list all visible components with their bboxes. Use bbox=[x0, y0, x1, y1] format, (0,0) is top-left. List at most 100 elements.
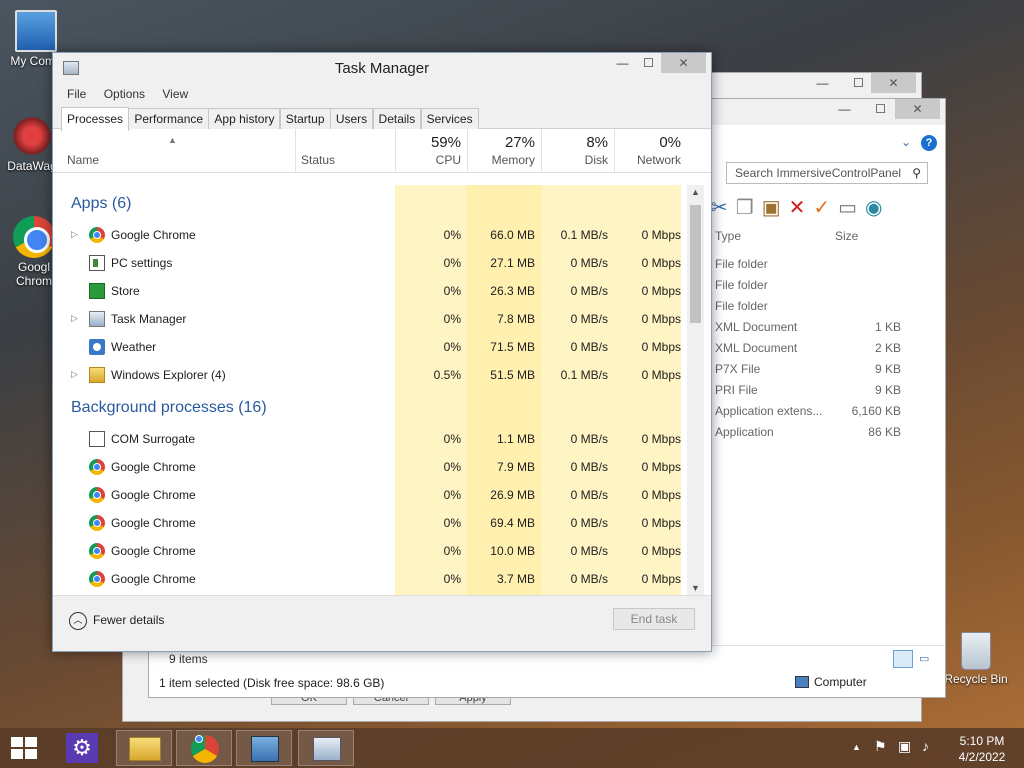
ribbon-expand-icon[interactable]: ⌄ bbox=[901, 135, 911, 149]
taskbar-chrome[interactable] bbox=[176, 730, 232, 766]
column-header-cpu[interactable]: CPU bbox=[395, 153, 461, 167]
desktop-icon-recycle-bin[interactable]: Recycle Bin bbox=[944, 632, 1008, 686]
delete-icon[interactable]: ✕ bbox=[789, 197, 814, 219]
check-icon[interactable]: ✓ bbox=[813, 197, 838, 219]
clock[interactable]: 5:10 PM 4/2/2022 bbox=[952, 733, 1012, 765]
column-header-type[interactable]: Type bbox=[715, 229, 741, 243]
scroll-up-icon[interactable]: ▲ bbox=[691, 187, 700, 197]
menu-options[interactable]: Options bbox=[104, 83, 145, 105]
memory-cell: 7.9 MB bbox=[496, 460, 535, 474]
process-group-header[interactable]: Apps (6) bbox=[53, 185, 681, 221]
process-name: Google Chrome bbox=[111, 516, 196, 530]
folder-icon bbox=[129, 737, 161, 761]
close-button[interactable]: ✕ bbox=[871, 73, 916, 93]
process-row[interactable]: Google Chrome 0% 69.4 MB 0 MB/s 0 Mbps bbox=[53, 509, 681, 537]
process-name: PC settings bbox=[111, 256, 173, 270]
process-row[interactable]: COM Surrogate 0% 1.1 MB 0 MB/s 0 Mbps bbox=[53, 425, 681, 453]
tab-services[interactable]: Services bbox=[420, 108, 479, 129]
scrollbar-thumb[interactable] bbox=[690, 205, 701, 323]
tab-performance[interactable]: Performance bbox=[128, 108, 210, 129]
file-type-cell[interactable]: XML Document bbox=[715, 341, 797, 355]
minimize-button[interactable]: — bbox=[809, 73, 836, 93]
tab-app-history[interactable]: App history bbox=[208, 108, 281, 129]
process-name: Google Chrome bbox=[111, 228, 196, 242]
file-size-cell: 6,160 KB bbox=[851, 404, 901, 418]
process-row[interactable]: Store 0% 26.3 MB 0 MB/s 0 Mbps bbox=[53, 277, 681, 305]
column-header-name[interactable]: Name bbox=[67, 153, 99, 167]
view-tiles-icon[interactable]: ▭ bbox=[919, 650, 937, 668]
scroll-down-icon[interactable]: ▼ bbox=[691, 583, 700, 593]
copy-icon[interactable]: ❐ bbox=[736, 197, 762, 219]
help-icon[interactable]: ? bbox=[921, 135, 937, 151]
process-row[interactable]: ▷ Task Manager 0% 7.8 MB 0 MB/s 0 Mbps bbox=[53, 305, 681, 333]
file-type-cell[interactable]: P7X File bbox=[715, 362, 760, 376]
maximize-button[interactable]: ☐ bbox=[635, 53, 662, 73]
vertical-scrollbar[interactable]: ▲ ▼ bbox=[687, 185, 704, 595]
process-group-header[interactable]: Background processes (16) bbox=[53, 389, 681, 425]
close-button[interactable]: ✕ bbox=[661, 53, 706, 73]
network-icon[interactable]: ▣ bbox=[898, 738, 911, 755]
view-details-icon[interactable] bbox=[893, 650, 913, 668]
process-name: Weather bbox=[111, 340, 157, 354]
status-computer: Computer bbox=[814, 675, 867, 689]
tab-startup[interactable]: Startup bbox=[279, 108, 331, 129]
file-type-cell[interactable]: PRI File bbox=[715, 383, 758, 397]
process-row[interactable]: Google Chrome 0% 10.0 MB 0 MB/s 0 Mbps bbox=[53, 537, 681, 565]
column-header-size[interactable]: Size bbox=[835, 229, 858, 243]
column-header-memory[interactable]: Memory bbox=[467, 153, 535, 167]
close-button[interactable]: ✕ bbox=[895, 99, 940, 119]
file-type-cell[interactable]: Application extens... bbox=[715, 404, 822, 418]
tab-users[interactable]: Users bbox=[329, 108, 374, 129]
search-input[interactable]: Search ImmersiveControlPanel ⚲ bbox=[726, 162, 928, 184]
expand-chevron-icon[interactable]: ▷ bbox=[71, 369, 78, 380]
process-row[interactable]: Google Chrome 0% 7.9 MB 0 MB/s 0 Mbps bbox=[53, 453, 681, 481]
maximize-button[interactable]: ☐ bbox=[845, 73, 872, 93]
process-row[interactable]: Google Chrome 0% 26.9 MB 0 MB/s 0 Mbps bbox=[53, 481, 681, 509]
titlebar[interactable]: Task Manager — ☐ ✕ bbox=[53, 53, 711, 83]
maximize-button[interactable]: ☐ bbox=[867, 99, 894, 119]
menu-file[interactable]: File bbox=[67, 83, 86, 105]
taskbar-file-explorer[interactable] bbox=[116, 730, 172, 766]
tab-processes[interactable]: Processes bbox=[61, 107, 130, 131]
tab-bar: Processes Performance App history Startu… bbox=[53, 105, 711, 131]
minimize-button[interactable]: — bbox=[609, 53, 636, 73]
volume-muted-icon[interactable]: ♪ bbox=[922, 738, 929, 754]
paste-icon[interactable]: ▣ bbox=[762, 197, 789, 219]
tray-overflow-icon[interactable]: ▲ bbox=[852, 742, 861, 752]
action-center-flag-icon[interactable]: ⚑ bbox=[874, 738, 887, 755]
process-row[interactable]: ▷ Google Chrome 0% 66.0 MB 0.1 MB/s 0 Mbps bbox=[53, 221, 681, 249]
cut-icon[interactable]: ✂ bbox=[711, 197, 736, 219]
file-size-cell: 86 KB bbox=[868, 425, 901, 439]
file-type-cell[interactable]: XML Document bbox=[715, 320, 797, 334]
process-row[interactable]: ▷ Windows Explorer (4) 0.5% 51.5 MB 0.1 MB/s… bbox=[53, 361, 681, 389]
minimize-button[interactable]: — bbox=[831, 99, 858, 119]
process-name: Windows Explorer (4) bbox=[111, 368, 226, 382]
start-button[interactable] bbox=[8, 734, 38, 762]
process-row[interactable]: Google Chrome 0% 3.7 MB 0 MB/s 0 Mbps bbox=[53, 565, 681, 593]
column-header-network[interactable]: Network bbox=[614, 153, 681, 167]
file-type-cell[interactable]: File folder bbox=[715, 299, 768, 313]
status-bar: 9 items ▭ 1 item selected (Disk free spa… bbox=[149, 645, 945, 697]
taskbar-task-manager[interactable] bbox=[298, 730, 354, 766]
task-manager-window[interactable]: Task Manager — ☐ ✕ File Options View Pro… bbox=[52, 52, 712, 652]
expand-chevron-icon[interactable]: ▷ bbox=[71, 313, 78, 324]
process-row[interactable]: Weather 0% 71.5 MB 0 MB/s 0 Mbps bbox=[53, 333, 681, 361]
fewer-details-button[interactable]: ︿ Fewer details bbox=[69, 612, 164, 630]
end-task-button[interactable]: End task bbox=[613, 608, 695, 630]
tab-details[interactable]: Details bbox=[372, 108, 422, 129]
taskbar-control-panel[interactable] bbox=[236, 730, 292, 766]
expand-chevron-icon[interactable]: ▷ bbox=[71, 229, 78, 240]
memory-cell: 26.9 MB bbox=[490, 488, 535, 502]
menu-view[interactable]: View bbox=[162, 83, 188, 105]
column-header-disk[interactable]: Disk bbox=[541, 153, 608, 167]
file-type-cell[interactable]: File folder bbox=[715, 257, 768, 271]
file-type-cell[interactable]: Application bbox=[715, 425, 774, 439]
file-type-cell[interactable]: File folder bbox=[715, 278, 768, 292]
column-header-status[interactable]: Status bbox=[301, 153, 335, 167]
status-items: 9 items bbox=[169, 652, 208, 666]
recycle-bin-icon bbox=[961, 632, 991, 670]
taskbar-settings[interactable]: ⚙ bbox=[56, 730, 112, 766]
globe-icon[interactable]: ◉ bbox=[865, 197, 890, 219]
process-row[interactable]: PC settings 0% 27.1 MB 0 MB/s 0 Mbps bbox=[53, 249, 681, 277]
rename-icon[interactable]: ▭ bbox=[838, 197, 865, 219]
